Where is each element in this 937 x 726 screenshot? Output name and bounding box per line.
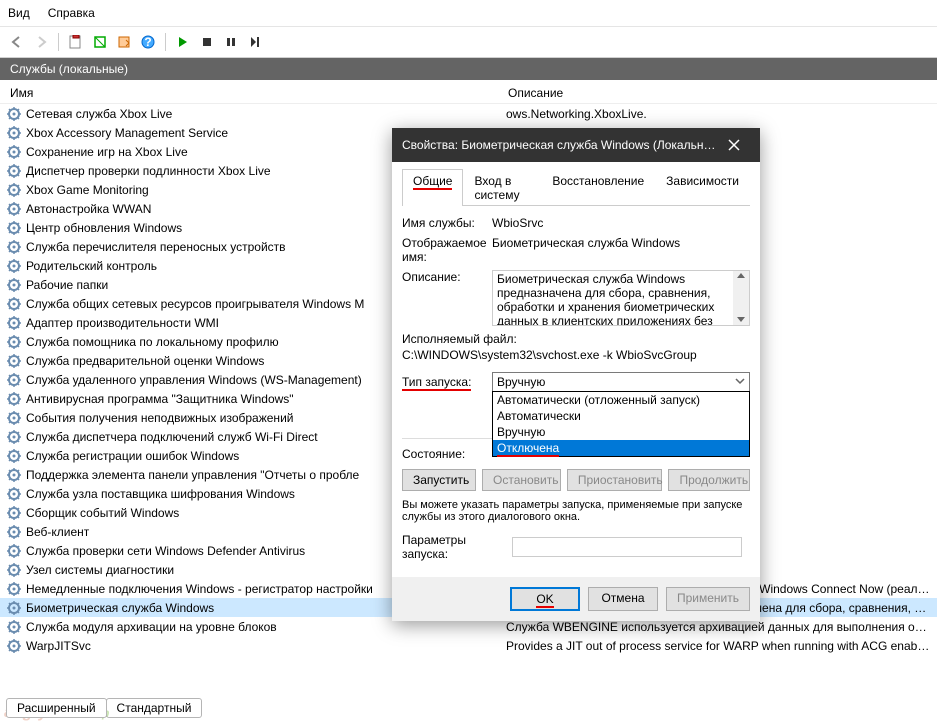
apply-button: Применить bbox=[666, 587, 750, 611]
gear-icon bbox=[6, 619, 22, 635]
gear-icon bbox=[6, 372, 22, 388]
column-desc[interactable]: Описание bbox=[508, 86, 927, 100]
toolbar: ? bbox=[0, 27, 937, 58]
gear-icon bbox=[6, 467, 22, 483]
label-display-name: Отображаемое имя: bbox=[402, 236, 492, 264]
startup-type-select[interactable]: Вручную Автоматически (отложенный запуск… bbox=[492, 372, 750, 392]
gear-icon bbox=[6, 277, 22, 293]
label-service-name: Имя службы: bbox=[402, 216, 492, 230]
value-exe: C:\WINDOWS\system32\svchost.exe -k WbioS… bbox=[402, 348, 750, 362]
start-button[interactable]: Запустить bbox=[402, 469, 476, 491]
gear-icon bbox=[6, 600, 22, 616]
gear-icon bbox=[6, 144, 22, 160]
gear-icon bbox=[6, 543, 22, 559]
stop-button: Остановить bbox=[482, 469, 561, 491]
resume-button: Продолжить bbox=[668, 469, 750, 491]
restart-icon[interactable] bbox=[244, 31, 266, 53]
close-icon[interactable] bbox=[718, 134, 750, 156]
service-desc: ows.Networking.XboxLive. bbox=[506, 107, 931, 121]
dialog-tabs: Общие Вход в систему Восстановление Зави… bbox=[402, 168, 750, 206]
value-display-name: Биометрическая служба Windows bbox=[492, 236, 750, 264]
menu-help[interactable]: Справка bbox=[48, 6, 95, 20]
cancel-button[interactable]: Отмена bbox=[588, 587, 658, 611]
gear-icon bbox=[6, 201, 22, 217]
gear-icon bbox=[6, 581, 22, 597]
tab-standard[interactable]: Стандартный bbox=[106, 698, 203, 718]
params-input[interactable] bbox=[512, 537, 742, 557]
option-auto[interactable]: Автоматически bbox=[493, 408, 749, 424]
export-icon[interactable] bbox=[113, 31, 135, 53]
label-description: Описание: bbox=[402, 270, 492, 326]
description-box[interactable]: Биометрическая служба Windows предназнач… bbox=[492, 270, 750, 326]
view-tabs: Расширенный Стандартный bbox=[6, 698, 201, 718]
tab-extended[interactable]: Расширенный bbox=[6, 698, 107, 718]
section-header: Службы (локальные) bbox=[0, 58, 937, 80]
tab-recovery[interactable]: Восстановление bbox=[541, 169, 655, 206]
help-icon[interactable]: ? bbox=[137, 31, 159, 53]
tab-logon[interactable]: Вход в систему bbox=[463, 169, 541, 206]
column-name[interactable]: Имя bbox=[10, 86, 508, 100]
label-startup: Тип запуска: bbox=[402, 375, 492, 389]
startup-dropdown: Автоматически (отложенный запуск) Автома… bbox=[492, 391, 750, 457]
service-name: Сетевая служба Xbox Live bbox=[26, 107, 506, 121]
label-exe: Исполняемый файл: bbox=[402, 332, 750, 346]
gear-icon bbox=[6, 410, 22, 426]
gear-icon bbox=[6, 524, 22, 540]
service-row[interactable]: WarpJITSvcProvides a JIT out of process … bbox=[0, 636, 937, 655]
gear-icon bbox=[6, 638, 22, 654]
gear-icon bbox=[6, 106, 22, 122]
service-desc: Служба WBENGINE используется архивацией … bbox=[506, 620, 931, 634]
pause-icon[interactable] bbox=[220, 31, 242, 53]
scroll-up-icon[interactable] bbox=[736, 271, 746, 281]
gear-icon bbox=[6, 505, 22, 521]
gear-icon bbox=[6, 334, 22, 350]
properties-dialog: Свойства: Биометрическая служба Windows … bbox=[392, 128, 760, 621]
scrollbar[interactable] bbox=[733, 271, 749, 325]
gear-icon bbox=[6, 562, 22, 578]
dialog-title: Свойства: Биометрическая служба Windows … bbox=[402, 138, 718, 152]
properties-icon[interactable] bbox=[65, 31, 87, 53]
back-icon[interactable] bbox=[6, 31, 28, 53]
menu-view[interactable]: Вид bbox=[8, 6, 30, 20]
gear-icon bbox=[6, 239, 22, 255]
svg-text:?: ? bbox=[144, 35, 151, 49]
label-state: Состояние: bbox=[402, 447, 492, 461]
menubar: Вид Справка bbox=[0, 0, 937, 27]
pause-button: Приостановить bbox=[567, 469, 663, 491]
gear-icon bbox=[6, 182, 22, 198]
tab-general[interactable]: Общие bbox=[402, 169, 463, 206]
gear-icon bbox=[6, 448, 22, 464]
ok-button[interactable]: OK bbox=[510, 587, 580, 611]
params-hint: Вы можете указать параметры запуска, при… bbox=[402, 499, 750, 523]
value-service-name: WbioSrvc bbox=[492, 216, 750, 230]
gear-icon bbox=[6, 220, 22, 236]
scroll-down-icon[interactable] bbox=[736, 315, 746, 325]
option-manual[interactable]: Вручную bbox=[493, 424, 749, 440]
stop-icon[interactable] bbox=[196, 31, 218, 53]
gear-icon bbox=[6, 486, 22, 502]
option-auto-delayed[interactable]: Автоматически (отложенный запуск) bbox=[493, 392, 749, 408]
columns-header: Имя Описание bbox=[0, 80, 937, 104]
refresh-icon[interactable] bbox=[89, 31, 111, 53]
tab-deps[interactable]: Зависимости bbox=[655, 169, 750, 206]
forward-icon[interactable] bbox=[30, 31, 52, 53]
gear-icon bbox=[6, 315, 22, 331]
gear-icon bbox=[6, 296, 22, 312]
service-name: Служба модуля архивации на уровне блоков bbox=[26, 620, 506, 634]
option-disabled[interactable]: Отключена bbox=[493, 440, 749, 456]
play-icon[interactable] bbox=[172, 31, 194, 53]
service-name: WarpJITSvc bbox=[26, 639, 506, 653]
gear-icon bbox=[6, 163, 22, 179]
service-desc: Provides a JIT out of process service fo… bbox=[506, 639, 931, 653]
dialog-titlebar: Свойства: Биометрическая служба Windows … bbox=[392, 128, 760, 162]
gear-icon bbox=[6, 125, 22, 141]
gear-icon bbox=[6, 353, 22, 369]
gear-icon bbox=[6, 258, 22, 274]
gear-icon bbox=[6, 429, 22, 445]
gear-icon bbox=[6, 391, 22, 407]
chevron-down-icon bbox=[735, 376, 745, 386]
service-row[interactable]: Сетевая служба Xbox Liveows.Networking.X… bbox=[0, 104, 937, 123]
label-params: Параметры запуска: bbox=[402, 533, 512, 561]
